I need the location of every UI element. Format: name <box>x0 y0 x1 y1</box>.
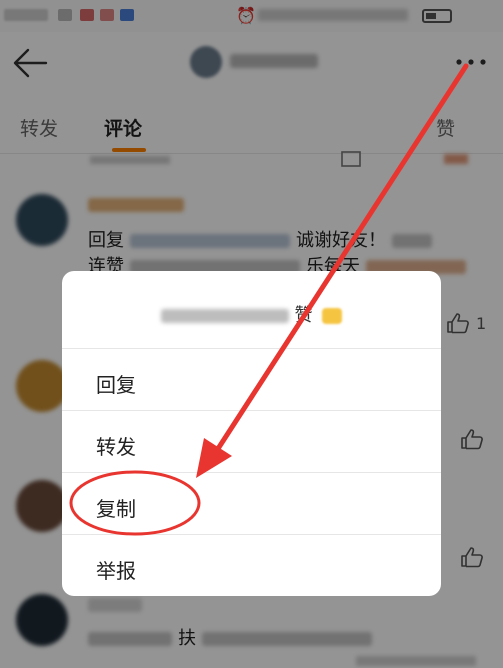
menu-item-copy[interactable]: 复制 <box>62 473 441 535</box>
menu-item-repost[interactable]: 转发 <box>62 411 441 473</box>
context-menu-dialog: 赞 回复 转发 复制 举报 <box>62 271 441 596</box>
emoji-icon <box>322 308 343 324</box>
dialog-title: 赞 <box>62 271 441 349</box>
menu-item-reply[interactable]: 回复 <box>62 349 441 411</box>
title-blur <box>160 309 289 323</box>
dialog-title-text: 赞 <box>294 305 313 326</box>
menu-item-report[interactable]: 举报 <box>62 535 441 596</box>
